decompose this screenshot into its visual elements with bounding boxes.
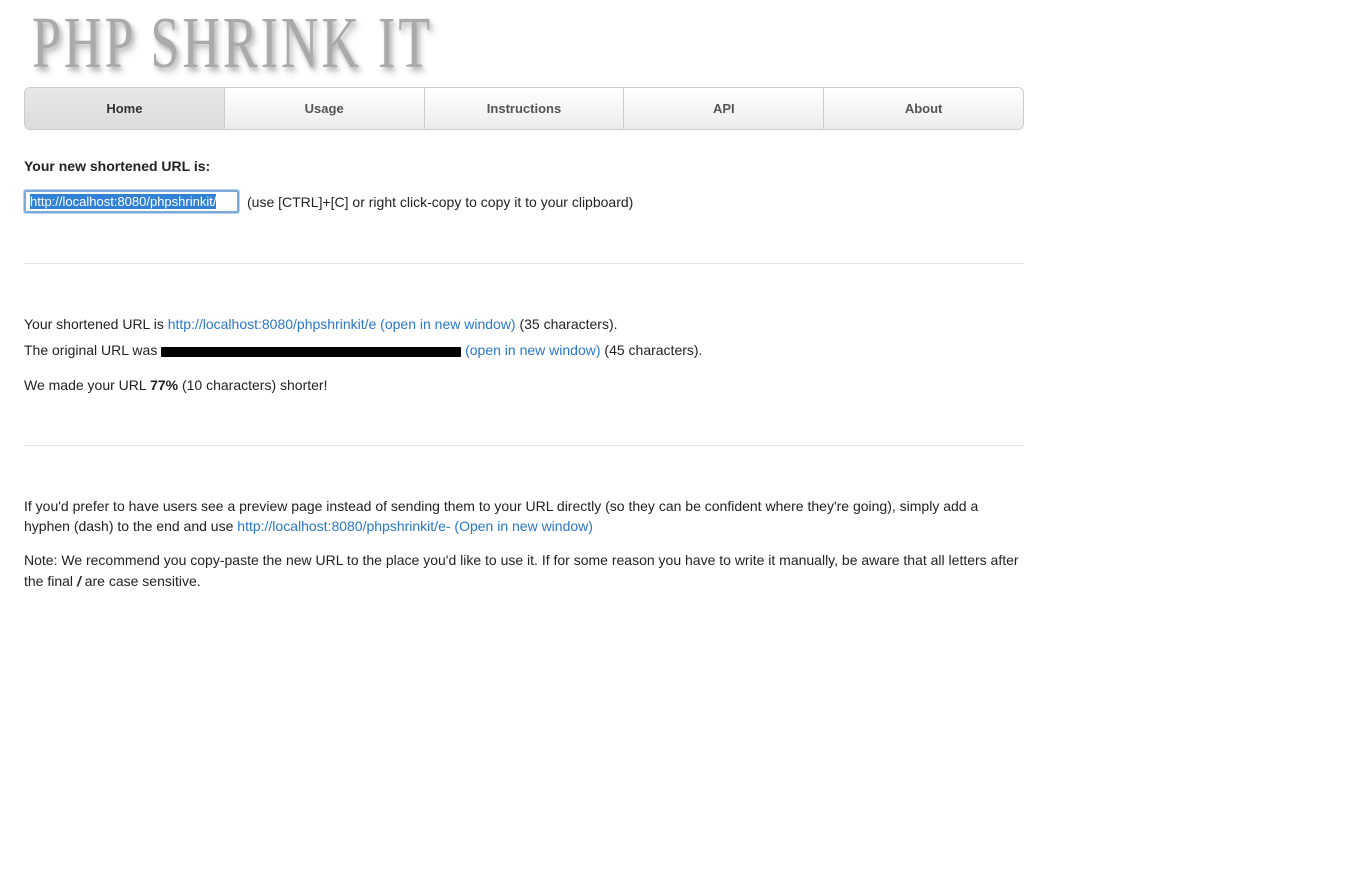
logo: PHP SHRINK IT [24, 0, 1024, 97]
orig-url-link[interactable]: (open in new window) [465, 342, 600, 358]
result-heading: Your new shortened URL is: [24, 158, 1024, 174]
savings-prefix: We made your URL [24, 377, 150, 393]
copy-hint: (use [CTRL]+[C] or right click-copy to c… [247, 194, 633, 210]
orig-url-prefix: The original URL was [24, 342, 161, 358]
orig-url-suffix: (45 characters). [604, 342, 702, 358]
short-url-prefix: Your shortened URL is [24, 316, 168, 332]
savings-suffix: (10 characters) shorter! [182, 377, 328, 393]
note-part2: are case sensitive. [85, 573, 201, 589]
orig-url-redacted [161, 347, 461, 357]
divider [24, 263, 1024, 264]
divider-2 [24, 445, 1024, 446]
preview-url-link[interactable]: http://localhost:8080/phpshrinkit/e- (Op… [237, 518, 593, 534]
savings-percent: 77% [150, 377, 178, 393]
short-url-suffix: (35 characters). [519, 316, 617, 332]
shortened-url-input[interactable] [24, 190, 239, 213]
note-slash: / [77, 573, 81, 589]
short-url-link[interactable]: http://localhost:8080/phpshrinkit/e (ope… [168, 316, 516, 332]
